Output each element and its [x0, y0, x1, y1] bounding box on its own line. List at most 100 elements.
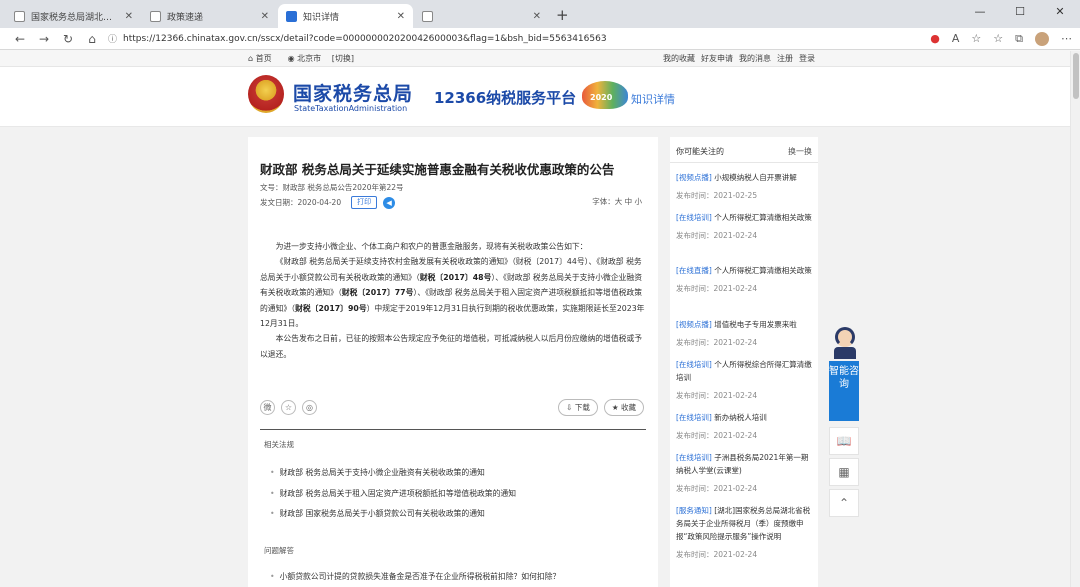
- wechat-icon[interactable]: ◎: [302, 400, 317, 415]
- favorite-star-icon[interactable]: ☆: [971, 32, 981, 45]
- platform-name: 12366纳税服务平台: [434, 89, 577, 107]
- article-body: 为进一步支持小微企业、个体工商户和农户的普惠金融服务，现将有关税收政策公告如下：…: [260, 239, 648, 362]
- record-icon[interactable]: ●: [930, 32, 940, 45]
- browser-tab-1[interactable]: 国家税务总局湖北省电子税务局 ✕: [6, 4, 141, 28]
- list-item[interactable]: [在线培训] 个人所得税汇算清缴相关政策 发布时间：2021-02-24: [676, 211, 814, 242]
- list-item[interactable]: [在线直播] 个人所得税汇算清缴相关政策 发布时间：2021-02-24: [676, 264, 814, 295]
- back-arrow-icon[interactable]: ←: [8, 32, 32, 46]
- favorite-button[interactable]: ★ 收藏: [603, 399, 644, 416]
- forward-arrow-icon[interactable]: →: [32, 32, 56, 46]
- new-tab-button[interactable]: +: [550, 6, 577, 28]
- related-item[interactable]: 财政部 国家税务总局关于小额贷款公司有关税收政策的通知: [270, 508, 485, 519]
- site-topnav: ⌂ 首页 ◉ 北京市 [切换] 我的收藏 好友申请 我的消息 注册 登录: [0, 50, 1080, 67]
- national-emblem-icon: [248, 75, 284, 113]
- home-link[interactable]: ⌂ 首页: [248, 53, 280, 64]
- site-favicon-icon: [286, 10, 297, 22]
- list-item[interactable]: [视频点播] 增值税电子专用发票来啦 发布时间：2021-02-24: [676, 318, 814, 349]
- print-button[interactable]: 打印: [351, 196, 378, 209]
- related-item[interactable]: 财政部 税务总局关于支持小微企业融资有关税收政策的通知: [270, 467, 485, 478]
- my-favorites-link[interactable]: 我的收藏: [663, 53, 695, 64]
- sidebar-title: 你可能关注的: [676, 147, 724, 156]
- site-header: 国家税务总局 StateTaxationAdministration 12366…: [0, 67, 1080, 127]
- info-icon[interactable]: ⓘ: [108, 32, 117, 45]
- browser-tab-strip: 国家税务总局湖北省电子税务局 ✕ 政策速递 ✕ 知识详情 ✕ ✕ + — ☐ ✕: [0, 0, 1080, 28]
- brand-name[interactable]: 国家税务总局: [293, 79, 413, 106]
- address-bar: ← → ↻ ⌂ ⓘ https://12366.chinatax.gov.cn/…: [0, 28, 1080, 50]
- friend-request-link[interactable]: 好友申请: [701, 53, 733, 64]
- related-section-label: 相关法规: [264, 440, 294, 449]
- tab-title: 政策速递: [167, 12, 204, 23]
- list-item[interactable]: [在线培训] 个人所得税综合所得汇算清缴培训 发布时间：2021-02-24: [676, 358, 814, 402]
- browser-tab-4[interactable]: ✕: [414, 4, 549, 28]
- assistant-robot-icon[interactable]: [833, 327, 857, 361]
- reload-icon[interactable]: ↻: [56, 32, 80, 46]
- paragraph: 本公告发布之日前，已征的按照本公告规定应予免征的增值税，可抵减纳税人以后月份应缴…: [260, 334, 643, 359]
- browser-toolbar: ● A ☆ ☆ ⧉ ⋯: [918, 31, 1072, 46]
- close-window-button[interactable]: ✕: [1040, 0, 1080, 28]
- read-aloud-icon[interactable]: A: [952, 32, 960, 45]
- doc-link[interactable]: 财税〔2017〕90号: [295, 304, 367, 313]
- favorites-icon[interactable]: ☆: [993, 32, 1003, 45]
- publish-date: 发文日期： 2020-04-20 打印 ◀: [260, 196, 396, 209]
- article-panel: 财政部 税务总局关于延续实施普惠金融有关税收优惠政策的公告 文号：财政部 税务总…: [248, 137, 658, 587]
- speaker-icon[interactable]: ◀: [383, 196, 396, 209]
- close-icon[interactable]: ✕: [261, 11, 269, 22]
- related-item[interactable]: 财政部 税务总局关于租入固定资产进项税额抵扣等增值税政策的通知: [270, 488, 516, 499]
- maximize-button[interactable]: ☐: [1000, 0, 1040, 28]
- close-icon[interactable]: ✕: [397, 11, 405, 22]
- sidebar-header: 你可能关注的 换一换: [670, 137, 818, 163]
- my-messages-link[interactable]: 我的消息: [739, 53, 771, 64]
- list-item[interactable]: [视频点播] 小规模纳税人自开票讲解 发布时间：2021-02-25: [676, 171, 814, 202]
- collections-icon[interactable]: ⧉: [1015, 32, 1023, 46]
- tab-title: 知识详情: [303, 12, 340, 23]
- qa-section-label: 问题解答: [264, 546, 294, 555]
- url-field[interactable]: ⓘ https://12366.chinatax.gov.cn/sscx/det…: [108, 30, 918, 48]
- qrcode-icon[interactable]: ▦: [829, 458, 859, 486]
- recommend-sidebar: 你可能关注的 换一换 [视频点播] 小规模纳税人自开票讲解 发布时间：2021-0…: [670, 137, 818, 587]
- profile-avatar[interactable]: [1035, 31, 1049, 46]
- star-icon[interactable]: ☆: [281, 400, 296, 415]
- doc-link[interactable]: 财税〔2017〕48号: [420, 273, 492, 282]
- mascot-text: 2020: [590, 93, 613, 102]
- location: ◉ 北京市 [切换]: [287, 54, 354, 63]
- page-subtitle: 知识详情: [631, 93, 675, 106]
- share-bar: 微 ☆ ◎: [260, 400, 323, 415]
- register-link[interactable]: 注册: [777, 53, 793, 64]
- paragraph: 为进一步支持小微企业、个体工商户和农户的普惠金融服务，现将有关税收政策公告如下：: [275, 242, 588, 251]
- weibo-icon[interactable]: 微: [260, 400, 275, 415]
- minimize-button[interactable]: —: [960, 0, 1000, 28]
- close-icon[interactable]: ✕: [125, 11, 133, 22]
- list-item[interactable]: [在线培训] 新办纳税人培训 发布时间：2021-02-24: [676, 411, 814, 442]
- window-controls: — ☐ ✕: [960, 0, 1080, 28]
- more-icon[interactable]: ⋯: [1061, 32, 1072, 45]
- tab-title: 国家税务总局湖北省电子税务局: [31, 12, 121, 23]
- close-icon[interactable]: ✕: [533, 11, 541, 22]
- article-actions: ⇩ 下载 ★ 收藏: [552, 399, 644, 416]
- browser-tab-3[interactable]: 知识详情 ✕: [278, 4, 413, 28]
- home-icon[interactable]: ⌂: [80, 32, 104, 46]
- list-item[interactable]: [服务通知] [湖北]国家税务总局湖北省税务局关于企业所得税月（季）度预缴申报“…: [676, 504, 814, 561]
- list-item[interactable]: [在线培训] 子洲县税务局2021年第一期纳税人学堂(云课堂) 发布时间：2021…: [676, 451, 814, 495]
- smart-consult-button[interactable]: 智能咨询: [829, 361, 859, 421]
- qa-item[interactable]: 小额贷款公司计提的贷款损失准备金是否准予在企业所得税税前扣除？如何扣除？: [270, 571, 561, 582]
- divider: [260, 429, 646, 430]
- scrollbar-thumb[interactable]: [1073, 53, 1079, 99]
- back-to-top-icon[interactable]: ⌃: [829, 489, 859, 517]
- refresh-button[interactable]: 换一换: [788, 146, 812, 157]
- font-size-selector[interactable]: 字体：大 中 小: [592, 196, 642, 207]
- page-icon: [14, 10, 25, 22]
- brand-name-en: StateTaxationAdministration: [294, 104, 408, 113]
- paragraph: 《财政部 税务总局关于延续支持农村金融发展有关税收政策的通知》（财税〔2017〕…: [260, 257, 645, 329]
- browser-tab-2[interactable]: 政策速递 ✕: [142, 4, 277, 28]
- login-link[interactable]: 登录: [799, 53, 815, 64]
- doc-number: 文号：财政部 税务总局公告2020年第22号: [260, 183, 404, 192]
- download-button[interactable]: ⇩ 下载: [558, 399, 598, 416]
- scrollbar[interactable]: [1070, 51, 1080, 587]
- page-icon: [422, 10, 433, 22]
- book-icon[interactable]: 📖: [829, 427, 859, 455]
- url-text: https://12366.chinatax.gov.cn/sscx/detai…: [123, 33, 607, 44]
- switch-location-link[interactable]: [切换]: [332, 54, 354, 63]
- article-title: 财政部 税务总局关于延续实施普惠金融有关税收优惠政策的公告: [260, 162, 615, 177]
- page-icon: [150, 10, 161, 22]
- doc-link[interactable]: 财税〔2017〕77号: [342, 288, 414, 297]
